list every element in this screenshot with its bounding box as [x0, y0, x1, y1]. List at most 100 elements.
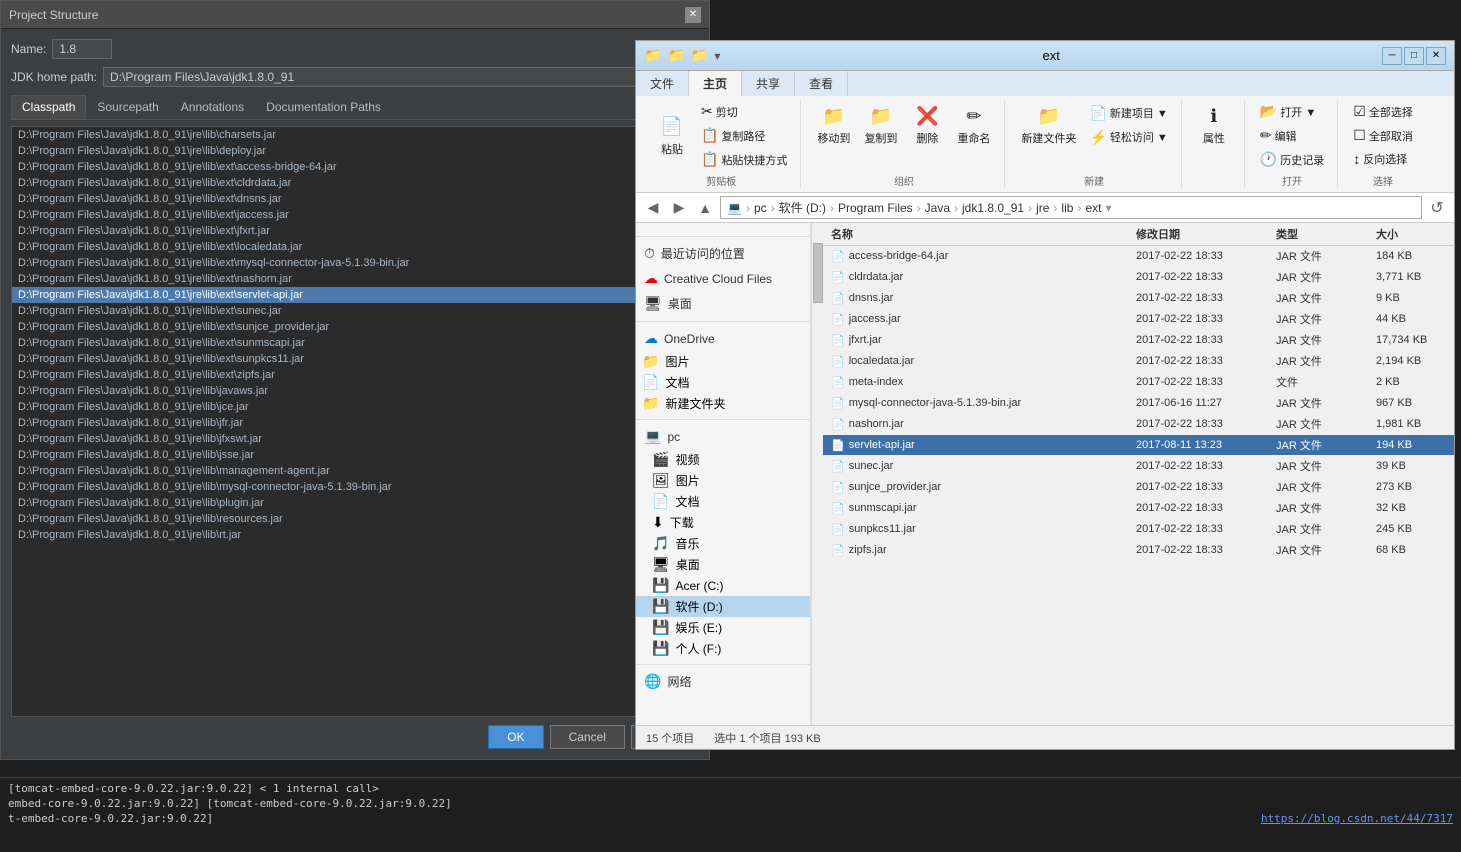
sidebar-item-recent[interactable]: ⏱ 最近访问的位置	[636, 241, 810, 266]
move-to-label: 移动到	[817, 130, 850, 146]
select-none-button[interactable]: ☐ 全部取消	[1348, 124, 1418, 147]
list-item[interactable]: D:\Program Files\Java\jdk1.8.0_91\jre\li…	[12, 415, 698, 431]
table-row[interactable]: 📄access-bridge-64.jar 2017-02-22 18:33 J…	[823, 246, 1454, 267]
list-item[interactable]: D:\Program Files\Java\jdk1.8.0_91\jre\li…	[12, 463, 698, 479]
list-item[interactable]: D:\Program Files\Java\jdk1.8.0_91\jre\li…	[12, 175, 698, 191]
rename-button[interactable]: ✏ 重命名	[951, 100, 996, 150]
list-item-selected[interactable]: D:\Program Files\Java\jdk1.8.0_91\jre\li…	[12, 287, 698, 303]
list-item[interactable]: D:\Program Files\Java\jdk1.8.0_91\jre\li…	[12, 303, 698, 319]
table-row[interactable]: 📄meta-index 2017-02-22 18:33 文件 2 KB	[823, 372, 1454, 393]
table-row[interactable]: 📄jaccess.jar 2017-02-22 18:33 JAR 文件 44 …	[823, 309, 1454, 330]
classpath-file-list[interactable]: D:\Program Files\Java\jdk1.8.0_91\jre\li…	[11, 126, 699, 717]
terminal-link[interactable]: https://blog.csdn.net/44/7317	[1261, 812, 1453, 825]
name-input[interactable]	[52, 39, 112, 59]
table-row[interactable]: 📄nashorn.jar 2017-02-22 18:33 JAR 文件 1,9…	[823, 414, 1454, 435]
sidebar-item-desktop-top[interactable]: 🖥 桌面	[636, 291, 810, 316]
list-item[interactable]: D:\Program Files\Java\jdk1.8.0_91\jre\li…	[12, 447, 698, 463]
easy-access-button[interactable]: ⚡ 轻松访问 ▼	[1084, 126, 1172, 149]
paste-shortcut-button[interactable]: 📋 粘贴快捷方式	[696, 148, 792, 171]
invert-icon: ↕	[1353, 151, 1360, 167]
list-item[interactable]: D:\Program Files\Java\jdk1.8.0_91\jre\li…	[12, 191, 698, 207]
refresh-button[interactable]: ↺	[1426, 197, 1448, 219]
cancel-button[interactable]: Cancel	[550, 725, 625, 749]
sidebar-scrollbar[interactable]	[811, 223, 823, 725]
ribbon-tab-share[interactable]: 共享	[742, 71, 795, 96]
ribbon-tab-view[interactable]: 查看	[795, 71, 848, 96]
col-header-name[interactable]: 名称	[831, 226, 1136, 242]
table-row[interactable]: 📄cldrdata.jar 2017-02-22 18:33 JAR 文件 3,…	[823, 267, 1454, 288]
tab-classpath[interactable]: Classpath	[11, 95, 86, 119]
table-row[interactable]: 📄sunjce_provider.jar 2017-02-22 18:33 JA…	[823, 477, 1454, 498]
list-item[interactable]: D:\Program Files\Java\jdk1.8.0_91\jre\li…	[12, 511, 698, 527]
list-item[interactable]: D:\Program Files\Java\jdk1.8.0_91\jre\li…	[12, 431, 698, 447]
up-button[interactable]: ▲	[694, 197, 716, 219]
list-item[interactable]: D:\Program Files\Java\jdk1.8.0_91\jre\li…	[12, 399, 698, 415]
minimize-button[interactable]: ─	[1382, 47, 1402, 65]
sidebar-item-network[interactable]: 🌐 网络	[636, 669, 810, 694]
jdk-path-input[interactable]	[103, 67, 699, 87]
paste-label: 粘贴	[661, 141, 683, 157]
col-header-modified[interactable]: 修改日期	[1136, 226, 1276, 242]
open-button[interactable]: 📂 打开 ▼	[1255, 100, 1329, 123]
tab-documentation-paths[interactable]: Documentation Paths	[255, 95, 392, 119]
list-item[interactable]: D:\Program Files\Java\jdk1.8.0_91\jre\li…	[12, 495, 698, 511]
tab-annotations[interactable]: Annotations	[170, 95, 255, 119]
back-button[interactable]: ◀	[642, 197, 664, 219]
table-row[interactable]: 📄zipfs.jar 2017-02-22 18:33 JAR 文件 68 KB	[823, 540, 1454, 561]
copy-to-button[interactable]: 📁 复制到	[858, 100, 903, 150]
list-item[interactable]: D:\Program Files\Java\jdk1.8.0_91\jre\li…	[12, 239, 698, 255]
list-item[interactable]: D:\Program Files\Java\jdk1.8.0_91\jre\li…	[12, 159, 698, 175]
window-close-button[interactable]: ✕	[1426, 47, 1446, 65]
ribbon-tab-file[interactable]: 文件	[636, 71, 689, 96]
sidebar-item-creative-cloud[interactable]: ☁ Creative Cloud Files	[636, 266, 810, 291]
list-item[interactable]: D:\Program Files\Java\jdk1.8.0_91\jre\li…	[12, 271, 698, 287]
list-item[interactable]: D:\Program Files\Java\jdk1.8.0_91\jre\li…	[12, 223, 698, 239]
close-button[interactable]: ✕	[685, 7, 701, 23]
table-row[interactable]: 📄localedata.jar 2017-02-22 18:33 JAR 文件 …	[823, 351, 1454, 372]
list-item[interactable]: D:\Program Files\Java\jdk1.8.0_91\jre\li…	[12, 207, 698, 223]
list-item[interactable]: D:\Program Files\Java\jdk1.8.0_91\jre\li…	[12, 143, 698, 159]
scrollbar-thumb[interactable]	[813, 243, 823, 303]
list-item[interactable]: D:\Program Files\Java\jdk1.8.0_91\jre\li…	[12, 319, 698, 335]
cut-button[interactable]: ✂ 剪切	[696, 100, 792, 123]
table-row[interactable]: 📄sunec.jar 2017-02-22 18:33 JAR 文件 39 KB	[823, 456, 1454, 477]
history-button[interactable]: 🕐 历史记录	[1255, 148, 1329, 171]
table-row[interactable]: 📄mysql-connector-java-5.1.39-bin.jar 201…	[823, 393, 1454, 414]
address-path[interactable]: 💻 › pc › 软件 (D:) › Program Files › Java …	[720, 196, 1422, 219]
properties-button[interactable]: ℹ 属性	[1192, 100, 1236, 150]
select-all-button[interactable]: ☑ 全部选择	[1348, 100, 1418, 123]
list-item[interactable]: D:\Program Files\Java\jdk1.8.0_91\jre\li…	[12, 335, 698, 351]
tab-sourcepath[interactable]: Sourcepath	[86, 95, 169, 119]
list-item[interactable]: D:\Program Files\Java\jdk1.8.0_91\jre\li…	[12, 351, 698, 367]
copy-path-button[interactable]: 📋 复制路径	[696, 124, 792, 147]
table-row[interactable]: 📄jfxrt.jar 2017-02-22 18:33 JAR 文件 17,73…	[823, 330, 1454, 351]
delete-button[interactable]: ❌ 删除	[905, 100, 949, 150]
invert-selection-button[interactable]: ↕ 反向选择	[1348, 148, 1418, 170]
path-dropdown[interactable]: ▾	[1105, 201, 1111, 215]
paste-button[interactable]: 📄 粘贴	[650, 111, 694, 161]
sidebar-item-pc[interactable]: 💻 pc	[636, 424, 810, 449]
col-header-size[interactable]: 大小	[1376, 226, 1446, 242]
ok-button[interactable]: OK	[488, 725, 543, 749]
list-item[interactable]: D:\Program Files\Java\jdk1.8.0_91\jre\li…	[12, 367, 698, 383]
col-header-type[interactable]: 类型	[1276, 226, 1376, 242]
table-row[interactable]: 📄sunpkcs11.jar 2017-02-22 18:33 JAR 文件 2…	[823, 519, 1454, 540]
table-row-selected[interactable]: 📄servlet-api.jar 2017-08-11 13:23 JAR 文件…	[823, 435, 1454, 456]
new-folder-button[interactable]: 📁 新建文件夹	[1015, 100, 1082, 150]
list-item[interactable]: D:\Program Files\Java\jdk1.8.0_91\jre\li…	[12, 527, 698, 543]
table-row[interactable]: 📄dnsns.jar 2017-02-22 18:33 JAR 文件 9 KB	[823, 288, 1454, 309]
list-item[interactable]: D:\Program Files\Java\jdk1.8.0_91\jre\li…	[12, 383, 698, 399]
forward-button[interactable]: ▶	[668, 197, 690, 219]
maximize-button[interactable]: □	[1404, 47, 1424, 65]
ribbon-tab-home[interactable]: 主页	[689, 71, 742, 96]
move-to-button[interactable]: 📁 移动到	[811, 100, 856, 150]
list-item[interactable]: D:\Program Files\Java\jdk1.8.0_91\jre\li…	[12, 127, 698, 143]
path-programfiles: Program Files	[838, 201, 913, 215]
list-item[interactable]: D:\Program Files\Java\jdk1.8.0_91\jre\li…	[12, 479, 698, 495]
new-item-button[interactable]: 📄 新建项目 ▼	[1084, 102, 1172, 125]
table-row[interactable]: 📄sunmscapi.jar 2017-02-22 18:33 JAR 文件 3…	[823, 498, 1454, 519]
file-listing[interactable]: 名称 修改日期 类型 大小 📄access-bridge-64.jar 2017…	[823, 223, 1454, 725]
edit-button[interactable]: ✏ 编辑	[1255, 124, 1329, 147]
sidebar-item-onedrive[interactable]: ☁ OneDrive	[636, 326, 810, 351]
list-item[interactable]: D:\Program Files\Java\jdk1.8.0_91\jre\li…	[12, 255, 698, 271]
